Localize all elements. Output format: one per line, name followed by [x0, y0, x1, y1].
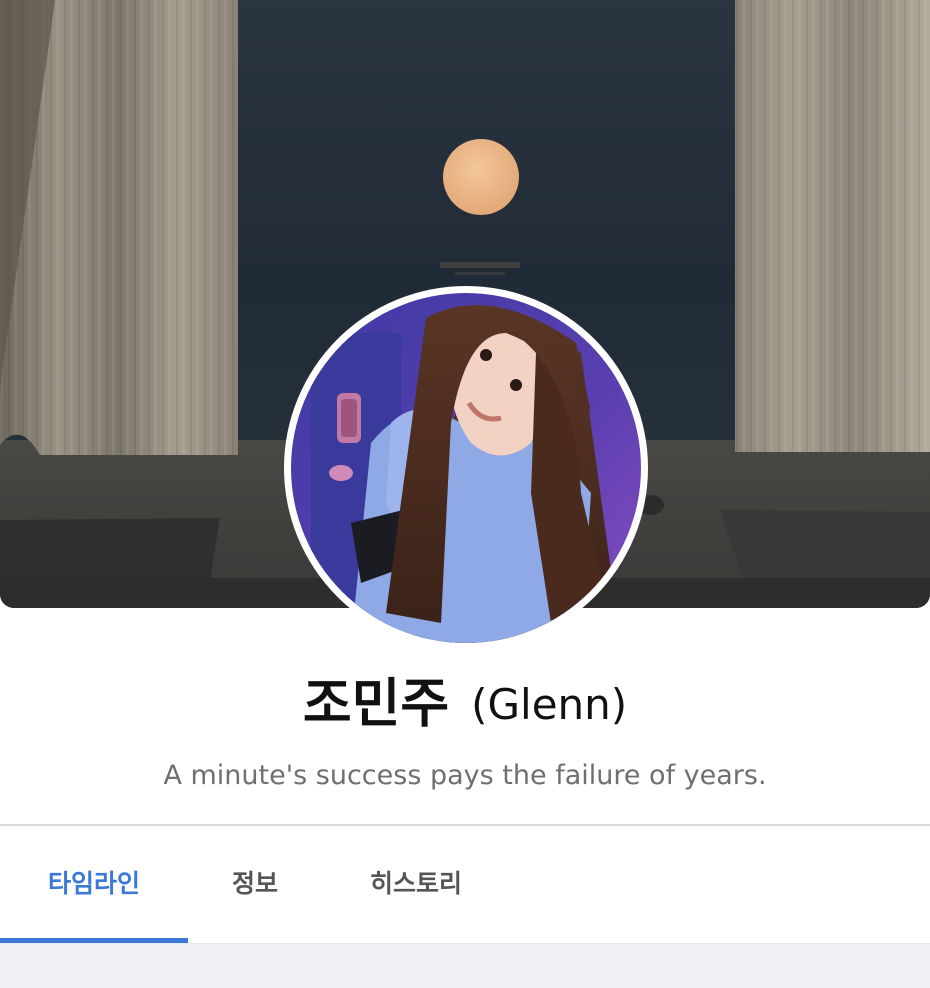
timeline-content-area	[0, 944, 930, 988]
profile-name-row: 조민주 (Glenn)	[0, 664, 930, 744]
profile-english-name: (Glenn)	[471, 679, 628, 729]
profile-avatar[interactable]	[284, 286, 648, 650]
tab-history[interactable]: 히스토리	[322, 826, 510, 943]
profile-name: 조민주	[302, 673, 450, 735]
status-message: A minute's success pays the failure of y…	[163, 760, 767, 791]
avatar-photo	[291, 293, 641, 643]
avatar-image	[291, 293, 641, 643]
profile-tabs: 타임라인 정보 히스토리	[0, 826, 930, 943]
tab-info[interactable]: 정보	[188, 826, 322, 943]
profile-page: 조민주 (Glenn) A minute's success pays the f…	[0, 0, 930, 988]
tab-timeline[interactable]: 타임라인	[0, 826, 188, 943]
